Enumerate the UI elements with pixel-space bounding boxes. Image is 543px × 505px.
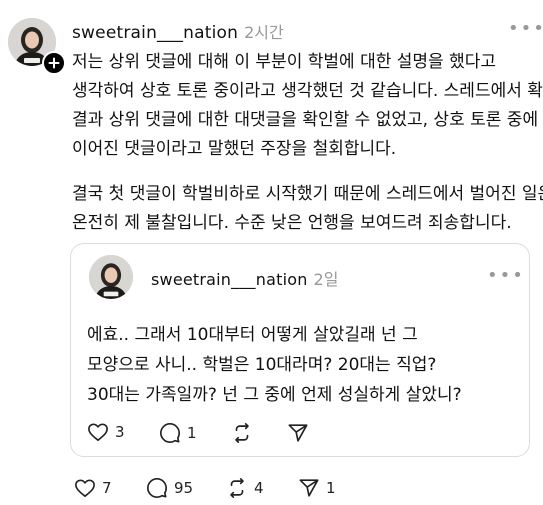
quoted-like-button[interactable]: 3 — [87, 422, 125, 442]
more-icon: ••• — [508, 18, 543, 39]
repost-icon — [230, 478, 244, 498]
post-line: 저는 상위 댓글에 대해 이 부분이 학벌에 대한 설명을 했다고 — [72, 52, 496, 72]
post-header: sweetrain___nation 2시간 — [72, 19, 284, 43]
like-count: 7 — [102, 479, 112, 497]
send-icon — [288, 424, 308, 442]
quoted-more-button[interactable]: ••• — [487, 265, 525, 286]
quoted-author-avatar[interactable] — [89, 255, 133, 299]
comment-icon — [147, 478, 167, 498]
post-more-button[interactable]: ••• — [508, 18, 543, 39]
quoted-post-header: sweetrain___nation 2일 — [151, 266, 338, 290]
post-line: 온전히 제 불찰입니다. 수준 낮은 언행을 보여드려 죄송합니다. — [72, 213, 512, 233]
share-count: 1 — [326, 479, 336, 497]
post-line: 이어진 댓글이라고 말했던 주장을 철회합니다. — [72, 139, 397, 159]
post-line: 결국 첫 댓글이 학벌비하로 시작했기 때문에 스레드에서 벌어진 일은 — [72, 184, 543, 204]
plus-icon — [48, 57, 60, 69]
quoted-post-timestamp: 2일 — [313, 270, 339, 289]
repost-button[interactable]: 4 — [226, 477, 264, 499]
quoted-share-button[interactable] — [287, 422, 309, 444]
quoted-avatar-photo — [89, 255, 133, 299]
quoted-post-body: 에효.. 그래서 10대부터 어떻게 살았길래 넌 그 모양으로 사니.. 학벌… — [87, 320, 517, 410]
quoted-line: 에효.. 그래서 10대부터 어떻게 살았길래 넌 그 — [87, 325, 418, 345]
repost-count: 4 — [254, 479, 264, 497]
comment-count: 95 — [174, 479, 194, 497]
post-line: 생각하여 상호 토론 중이라고 생각했던 것 같습니다. 스레드에서 확인 — [72, 81, 543, 101]
share-button[interactable]: 1 — [298, 477, 336, 499]
quoted-like-count: 3 — [115, 423, 125, 441]
quoted-comment-button[interactable]: 1 — [159, 422, 197, 444]
repost-icon — [235, 423, 249, 443]
post-body: 저는 상위 댓글에 대해 이 부분이 학벌에 대한 설명을 했다고 생각하여 상… — [72, 48, 543, 238]
more-icon: ••• — [487, 265, 525, 286]
comment-button[interactable]: 95 — [146, 477, 193, 499]
author-username[interactable]: sweetrain___nation — [72, 23, 238, 43]
quoted-post-card[interactable]: sweetrain___nation 2일 ••• 에효.. 그래서 10대부터… — [70, 243, 530, 457]
heart-icon — [75, 479, 95, 497]
quoted-line: 모양으로 사니.. 학벌은 10대라며? 20대는 직업? — [87, 355, 437, 375]
quoted-comment-count: 1 — [187, 424, 197, 442]
heart-icon — [88, 423, 108, 441]
post-line: 결과 상위 댓글에 대한 대댓글을 확인할 수 없었고, 상호 토론 중에 — [72, 110, 539, 130]
follow-plus-badge[interactable] — [42, 51, 66, 75]
post-timestamp: 2시간 — [244, 23, 284, 42]
quoted-repost-button[interactable] — [231, 422, 253, 444]
like-button[interactable]: 7 — [74, 478, 112, 498]
quoted-author-username[interactable]: sweetrain___nation — [151, 270, 308, 289]
comment-icon — [160, 423, 180, 443]
quoted-line: 30대는 가족일까? 넌 그 중에 언제 성실하게 살았니? — [87, 385, 462, 405]
send-icon — [299, 479, 319, 497]
